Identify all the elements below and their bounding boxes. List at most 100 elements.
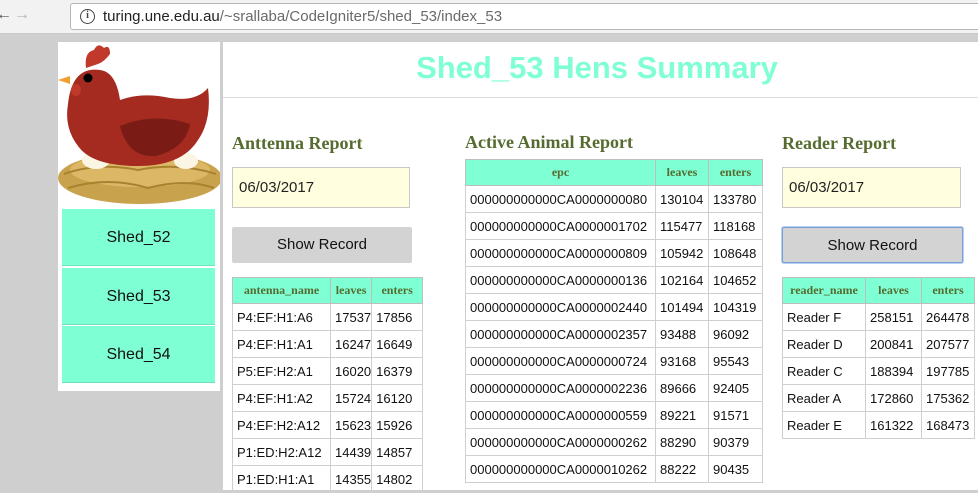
table-row: P4:EF:H1:A1 16247 16649	[232, 330, 424, 358]
table-cell: P5:EF:H2:A1	[232, 357, 331, 385]
url-text[interactable]: turing.une.edu.au/~srallaba/CodeIgniter5…	[103, 8, 502, 25]
table-cell: 14857	[371, 438, 424, 466]
sidebar-item-shed-53[interactable]: Shed_53	[62, 268, 215, 325]
table-cell: 000000000000CA0000000809	[465, 239, 656, 267]
table-cell: 91571	[708, 401, 763, 429]
table-cell: 000000000000CA0000002440	[465, 293, 656, 321]
table-row: 000000000000CA0000000080 130104 133780	[465, 185, 763, 213]
table-cell: 16020	[329, 357, 373, 385]
main-content: Shed_53 Hens Summary Anttenna Report 06/…	[223, 42, 978, 493]
column-header[interactable]: leaves	[329, 277, 373, 304]
table-cell: 105942	[655, 239, 709, 267]
column-header[interactable]: leaves	[865, 277, 922, 304]
address-bar[interactable]: i turing.une.edu.au/~srallaba/CodeIgnite…	[70, 3, 978, 30]
forward-arrow-icon[interactable]: →	[14, 6, 30, 24]
table-cell: Reader C	[782, 357, 866, 385]
table-cell: Reader F	[782, 303, 866, 331]
table-cell: P1:ED:H2:A12	[232, 438, 331, 466]
reader-table: reader_name leaves enters Reader F 258151…	[782, 277, 975, 439]
sidebar: Shed_52 Shed_53 Shed_54	[58, 42, 220, 391]
table-cell: 000000000000CA0000010262	[465, 455, 656, 483]
table-cell: 102164	[655, 266, 709, 294]
column-header[interactable]: enters	[708, 159, 763, 186]
sidebar-item-shed-54[interactable]: Shed_54	[62, 326, 215, 383]
url-path: /~srallaba/CodeIgniter5/shed_53/index_53	[219, 8, 503, 25]
table-cell: 188394	[865, 357, 922, 385]
antenna-date-input[interactable]: 06/03/2017	[232, 167, 410, 208]
table-cell: 92405	[708, 374, 763, 402]
column-header[interactable]: enters	[371, 277, 424, 304]
table-header-row: antenna_name leaves enters	[232, 277, 424, 304]
table-cell: P4:EF:H1:A6	[232, 303, 331, 331]
table-cell: 200841	[865, 330, 922, 358]
table-row: 000000000000CA0000002440 101494 104319	[465, 293, 763, 321]
reader-report-title: Reader Report	[782, 133, 897, 153]
table-cell: 000000000000CA0000002357	[465, 320, 656, 348]
table-cell: 115477	[655, 212, 709, 240]
table-cell: 16120	[371, 384, 424, 412]
divider	[223, 97, 978, 98]
table-cell: 104652	[708, 266, 763, 294]
back-arrow-icon[interactable]: ←	[0, 6, 12, 24]
table-cell: 14355	[329, 465, 373, 493]
table-row: P1:ED:H1:A1 14355 14802	[232, 465, 424, 493]
table-cell: 161322	[865, 411, 922, 439]
antenna-show-record-button[interactable]: Show Record	[232, 227, 412, 263]
table-cell: Reader E	[782, 411, 866, 439]
table-cell: 16247	[329, 330, 373, 358]
table-cell: 17856	[371, 303, 424, 331]
table-cell: 16379	[371, 357, 424, 385]
table-row: Reader A 172860 175362	[782, 384, 975, 412]
table-row: Reader C 188394 197785	[782, 357, 975, 385]
table-cell: 88222	[655, 455, 709, 483]
table-cell: 16649	[371, 330, 424, 358]
table-cell: 258151	[865, 303, 922, 331]
table-cell: 197785	[921, 357, 975, 385]
table-cell: 89221	[655, 401, 709, 429]
table-cell: 108648	[708, 239, 763, 267]
column-header[interactable]: leaves	[655, 159, 709, 186]
table-cell: 104319	[708, 293, 763, 321]
table-row: P1:ED:H2:A12 14439 14857	[232, 438, 424, 466]
column-header[interactable]: epc	[465, 159, 656, 186]
table-cell: 000000000000CA0000000136	[465, 266, 656, 294]
table-cell: 17537	[329, 303, 373, 331]
table-cell: 93488	[655, 320, 709, 348]
column-header[interactable]: enters	[921, 277, 975, 304]
table-cell: 133780	[708, 185, 763, 213]
page-title: Shed_53 Hens Summary	[416, 50, 778, 85]
sidebar-item-shed-52[interactable]: Shed_52	[62, 209, 215, 266]
antenna-table: antenna_name leaves enters P4:EF:H1:A6 17…	[232, 277, 424, 493]
table-cell: 207577	[921, 330, 975, 358]
table-cell: 101494	[655, 293, 709, 321]
table-row: P4:EF:H2:A12 15623 15926	[232, 411, 424, 439]
table-cell: 95543	[708, 347, 763, 375]
table-cell: P4:EF:H1:A2	[232, 384, 331, 412]
table-row: 000000000000CA0000002236 89666 92405	[465, 374, 763, 402]
table-row: Reader E 161322 168473	[782, 411, 975, 439]
active-animal-table: epc leaves enters 000000000000CA00000000…	[465, 159, 763, 483]
table-cell: 89666	[655, 374, 709, 402]
table-cell: 14802	[371, 465, 424, 493]
url-host: turing.une.edu.au	[103, 8, 220, 25]
table-cell: 175362	[921, 384, 975, 412]
table-row: P4:EF:H1:A6 17537 17856	[232, 303, 424, 331]
reader-date-input[interactable]: 06/03/2017	[782, 167, 961, 208]
table-row: Reader F 258151 264478	[782, 303, 975, 331]
antenna-report-title: Anttenna Report	[232, 133, 363, 153]
table-cell: 264478	[921, 303, 975, 331]
column-header[interactable]: antenna_name	[232, 277, 331, 304]
table-cell: 000000000000CA0000000559	[465, 401, 656, 429]
table-row: 000000000000CA0000010262 88222 90435	[465, 455, 763, 483]
table-header-row: reader_name leaves enters	[782, 277, 975, 304]
table-cell: 172860	[865, 384, 922, 412]
table-row: 000000000000CA0000000809 105942 108648	[465, 239, 763, 267]
reader-show-record-button[interactable]: Show Record	[782, 227, 963, 263]
table-cell: 000000000000CA0000000262	[465, 428, 656, 456]
table-cell: P1:ED:H1:A1	[232, 465, 331, 493]
table-cell: 000000000000CA0000002236	[465, 374, 656, 402]
table-cell: 130104	[655, 185, 709, 213]
table-row: 000000000000CA0000001702 115477 118168	[465, 212, 763, 240]
info-icon[interactable]: i	[80, 9, 95, 24]
column-header[interactable]: reader_name	[782, 277, 866, 304]
